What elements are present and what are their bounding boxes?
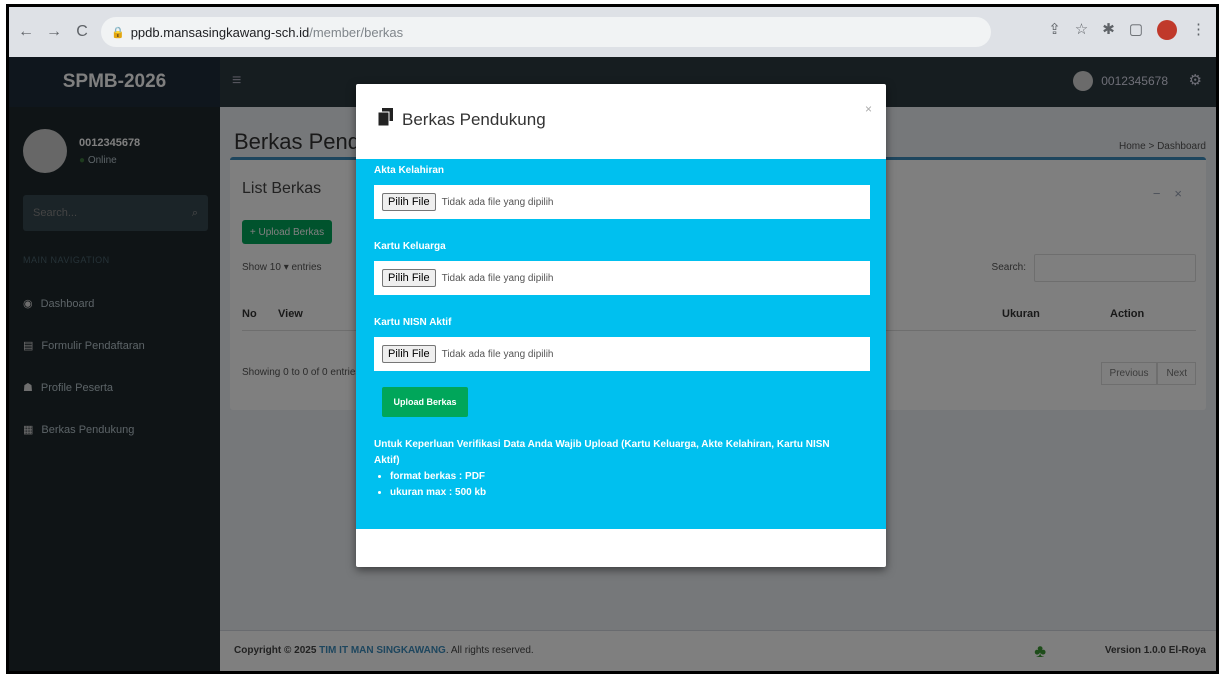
file-status-text: Tidak ada file yang dipilih [441,348,554,360]
back-button[interactable]: ← [15,21,37,43]
browser-actions: ⇪ ☆ ✱ ▢ ⋮ [1048,20,1206,40]
akta-kelahiran-file-input[interactable]: Pilih File Tidak ada file yang dipilih [374,185,870,219]
rule-format: format berkas : PDF [390,469,854,485]
modal-close-icon[interactable]: × [865,102,872,116]
choose-file-button[interactable]: Pilih File [382,193,436,211]
modal-body: Akta Kelahiran Pilih File Tidak ada file… [356,159,886,529]
modal-title-text: Berkas Pendukung [402,109,546,129]
url-path: /member/berkas [309,24,404,40]
notice-text: Untuk Keperluan Verifikasi Data Anda Waj… [374,439,830,466]
choose-file-button[interactable]: Pilih File [382,345,436,363]
file-status-text: Tidak ada file yang dipilih [441,196,554,208]
kartu-keluarga-label: Kartu Keluarga [374,241,446,252]
modal-header: Berkas Pendukung × [356,84,886,159]
kartu-keluarga-file-input[interactable]: Pilih File Tidak ada file yang dipilih [374,261,870,295]
window-icon[interactable]: ▢ [1129,20,1143,40]
file-status-text: Tidak ada file yang dipilih [441,272,554,284]
kartu-nisn-label: Kartu NISN Aktif [374,317,452,328]
akta-kelahiran-label: Akta Kelahiran [374,165,445,176]
rules-list: format berkas : PDF ukuran max : 500 kb [374,469,854,501]
share-icon[interactable]: ⇪ [1048,20,1061,40]
bookmark-star-icon[interactable]: ☆ [1075,20,1088,40]
address-bar[interactable]: 🔒 ppdb.mansasingkawang-sch.id /member/be… [101,17,991,47]
profile-avatar-icon[interactable] [1157,20,1177,40]
upload-modal: Berkas Pendukung × Akta Kelahiran Pilih … [356,84,886,567]
choose-file-button[interactable]: Pilih File [382,269,436,287]
browser-toolbar: ← → C 🔒 ppdb.mansasingkawang-sch.id /mem… [9,7,1216,57]
kartu-nisn-file-input[interactable]: Pilih File Tidak ada file yang dipilih [374,337,870,371]
upload-berkas-submit-button[interactable]: Upload Berkas [382,387,468,417]
modal-title: Berkas Pendukung [377,108,546,131]
upload-notice: Untuk Keperluan Verifikasi Data Anda Waj… [374,437,854,501]
menu-kebab-icon[interactable]: ⋮ [1191,20,1206,40]
files-icon [377,108,394,131]
reload-button[interactable]: C [71,21,93,43]
lock-icon: 🔒 [111,26,125,39]
url-host: ppdb.mansasingkawang-sch.id [130,24,310,40]
screen-frame: ← → C 🔒 ppdb.mansasingkawang-sch.id /mem… [6,4,1219,674]
extensions-icon[interactable]: ✱ [1102,20,1115,40]
forward-button[interactable]: → [43,21,65,43]
rule-size: ukuran max : 500 kb [390,485,854,501]
